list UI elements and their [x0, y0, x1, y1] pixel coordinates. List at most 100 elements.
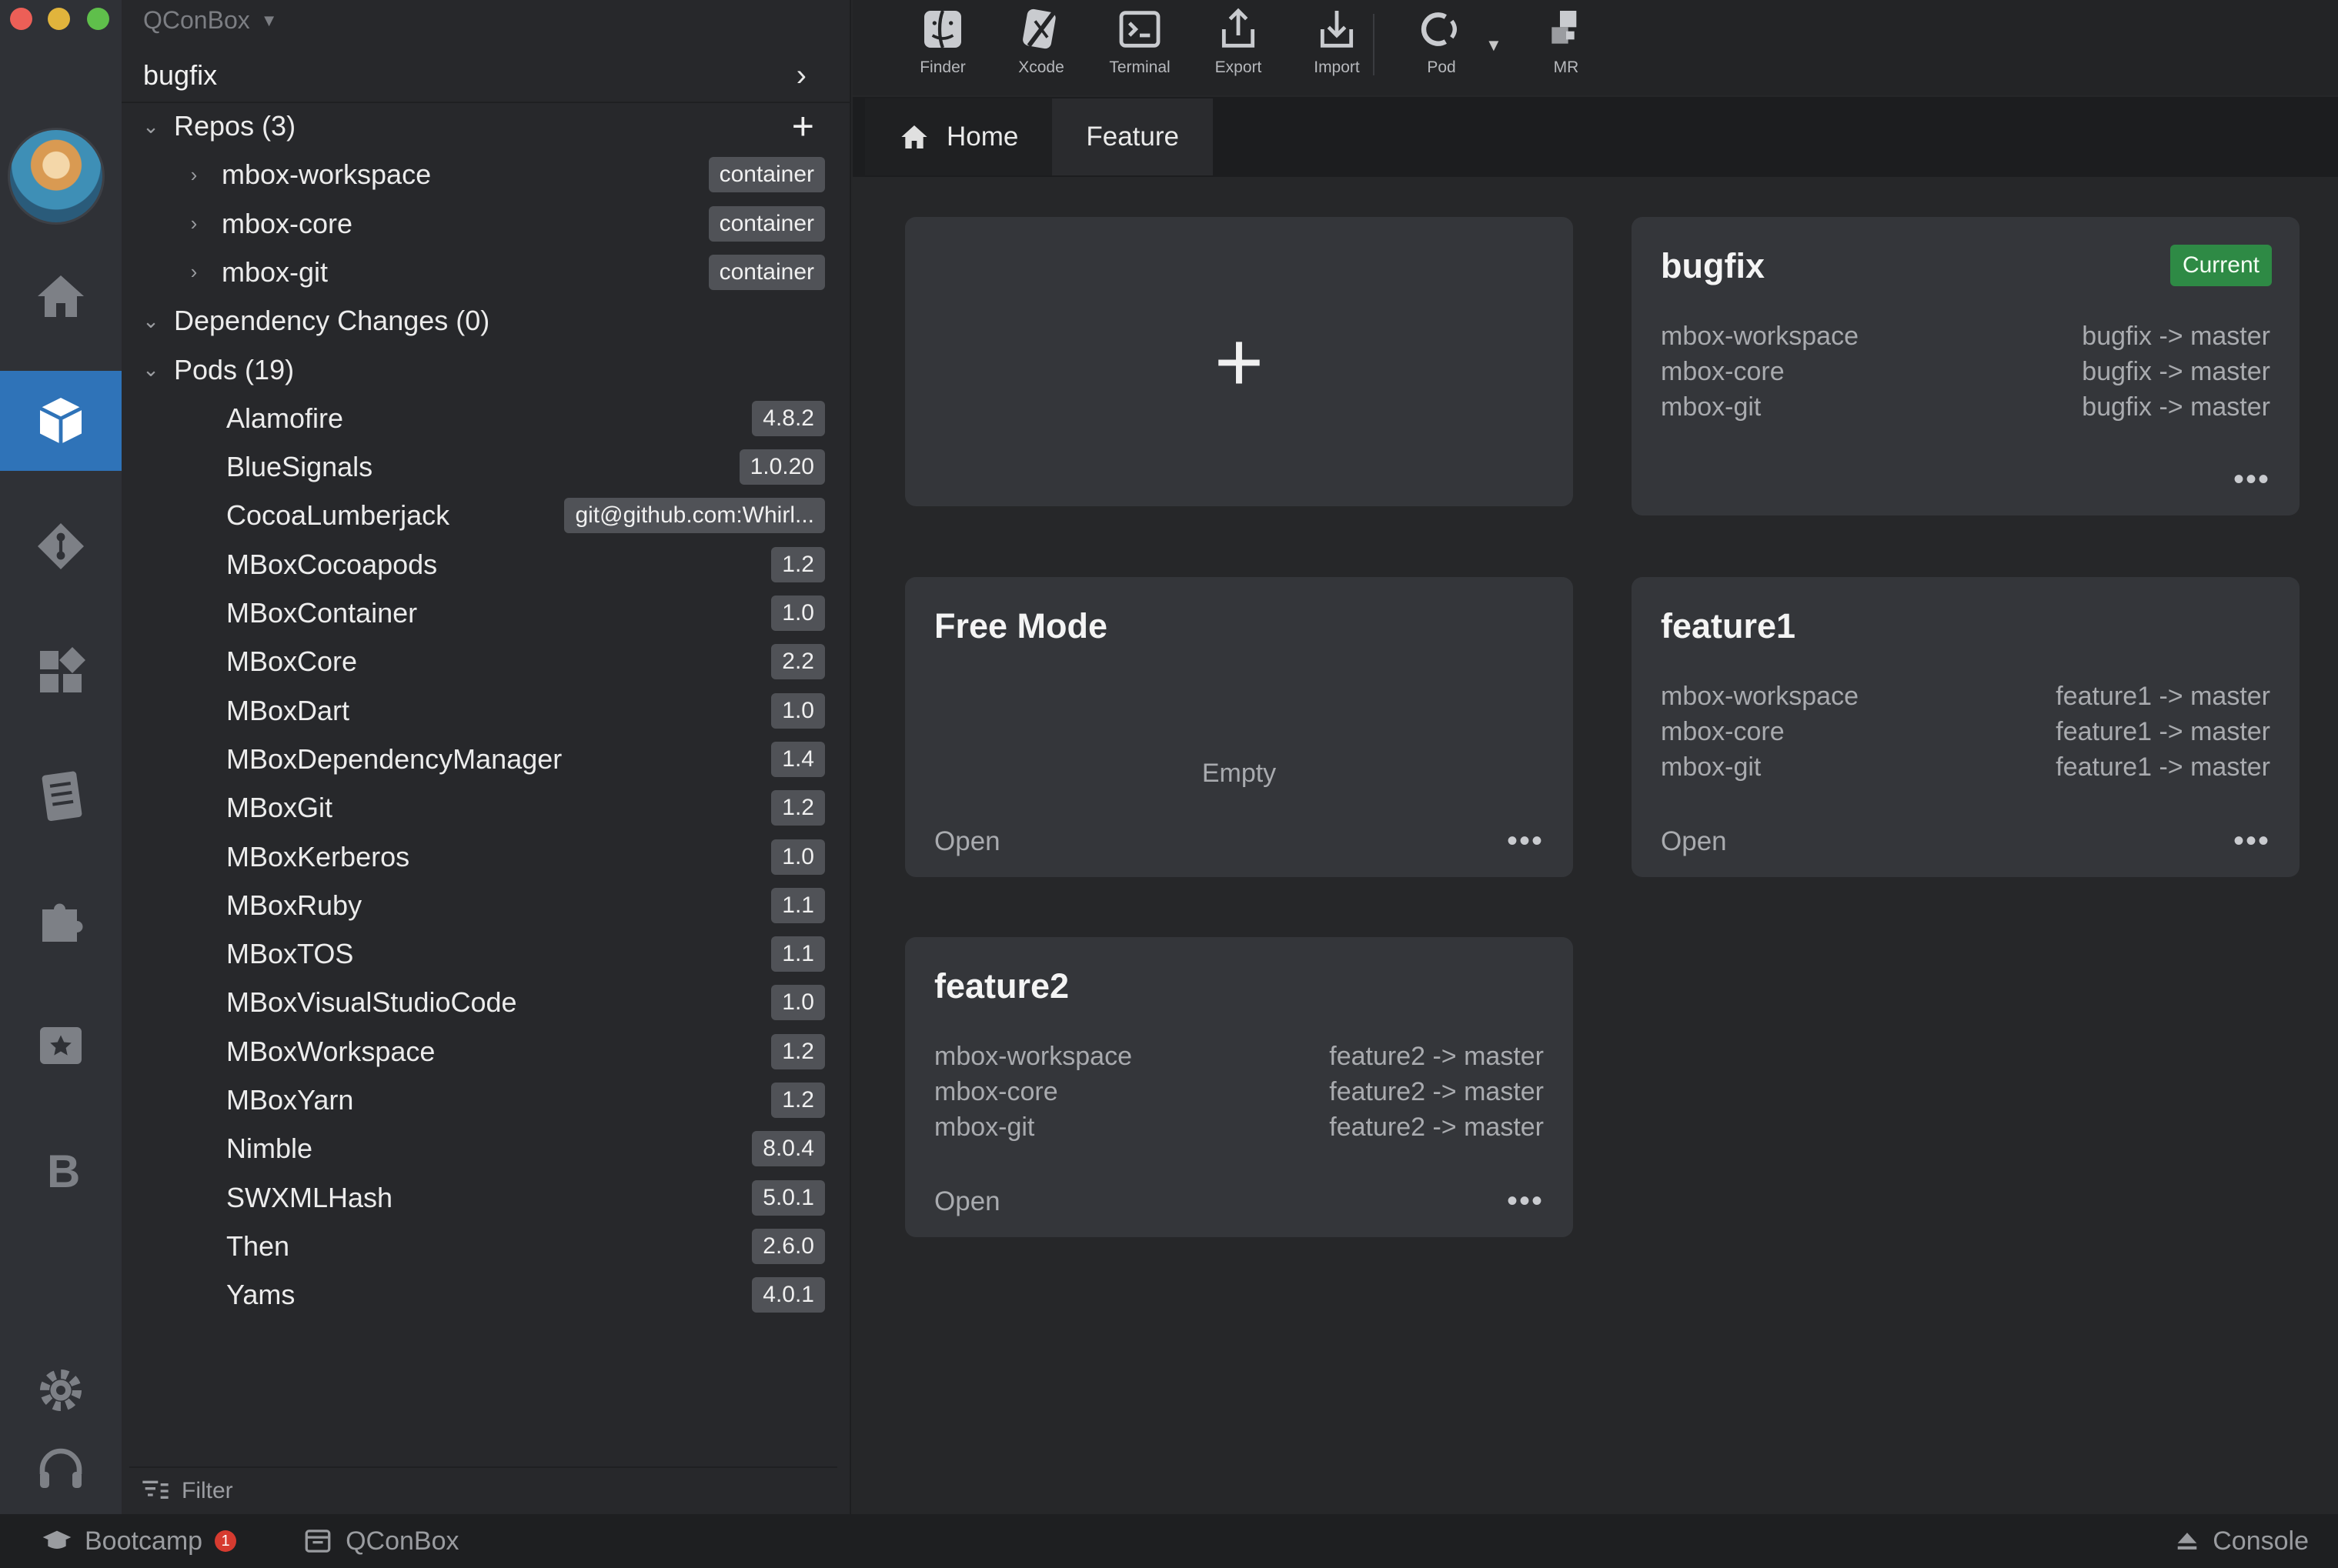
- workspace-name: bugfix: [143, 59, 218, 91]
- pod-dropdown-caret-icon[interactable]: ▼: [1485, 35, 1502, 55]
- puzzle-icon: [42, 903, 83, 942]
- pod-name: Nimble: [226, 1133, 313, 1165]
- pod-item[interactable]: Alamofire 4.8.2: [122, 394, 851, 443]
- close-window-button[interactable]: [10, 8, 32, 30]
- open-button[interactable]: Open: [934, 1186, 1000, 1217]
- home-nav-button[interactable]: [0, 246, 122, 346]
- open-button[interactable]: Open: [934, 826, 1000, 857]
- card-repo-row: mbox-core bugfix -> master: [1661, 354, 2270, 389]
- finder-button[interactable]: Finder: [900, 5, 985, 77]
- app-switcher[interactable]: QConBox ▼: [143, 6, 278, 35]
- home-icon: [38, 275, 84, 317]
- pod-item[interactable]: MBoxYarn 1.2: [122, 1076, 851, 1125]
- section-pods[interactable]: ⌄ Pods (19): [122, 345, 851, 395]
- pod-name: MBoxDependencyManager: [226, 742, 563, 775]
- section-dependency-changes[interactable]: ⌄ Dependency Changes (0): [122, 296, 851, 345]
- card-title: Free Mode: [934, 606, 1108, 646]
- pod-item[interactable]: MBoxGit 1.2: [122, 783, 851, 832]
- pod-item[interactable]: MBoxDependencyManager 1.4: [122, 735, 851, 784]
- card-repo-row: mbox-git feature1 -> master: [1661, 749, 2270, 785]
- terminal-label: Terminal: [1109, 58, 1171, 76]
- export-button[interactable]: Export: [1196, 5, 1281, 77]
- pod-name: MBoxKerberos: [226, 840, 410, 872]
- feature-card-feature2[interactable]: feature2 mbox-workspace feature2 -> maste…: [905, 937, 1573, 1237]
- status-bar: Bootcamp 1 QConBox Console: [0, 1514, 2338, 1568]
- pod-item[interactable]: SWXMLHash 5.0.1: [122, 1173, 851, 1223]
- pod-item[interactable]: CocoaLumberjack git@github.com:Whirl...: [122, 491, 851, 540]
- tab-feature[interactable]: Feature: [1052, 98, 1213, 175]
- pod-item[interactable]: BlueSignals 1.0.20: [122, 442, 851, 492]
- import-button[interactable]: Import: [1294, 5, 1379, 77]
- more-options-icon[interactable]: •••: [1507, 1184, 1544, 1219]
- chevron-down-icon: ⌄: [142, 114, 159, 138]
- pod-name: MBoxGit: [226, 792, 333, 824]
- plugins-nav-button[interactable]: [0, 871, 122, 971]
- pod-item[interactable]: MBoxCocoapods 1.2: [122, 540, 851, 589]
- bootcamp-status-item[interactable]: Bootcamp 1: [42, 1526, 237, 1556]
- pod-item[interactable]: MBoxCore 2.2: [122, 637, 851, 686]
- pod-label: Pod: [1427, 58, 1456, 76]
- workspace-nav-button[interactable]: [0, 371, 122, 471]
- terminal-button[interactable]: Terminal: [1097, 5, 1182, 77]
- pod-item[interactable]: MBoxTOS 1.1: [122, 929, 851, 979]
- repo-item[interactable]: › mbox-workspace container: [122, 150, 851, 199]
- feature-card-bugfix[interactable]: bugfix Current mbox-workspace bugfix -> m…: [1632, 217, 2300, 515]
- pod-item[interactable]: MBoxWorkspace 1.2: [122, 1027, 851, 1076]
- main-content: Finder Xcode Terminal Export Import Pod …: [853, 0, 2338, 1514]
- chevron-right-icon: ›: [190, 162, 198, 186]
- add-repo-button[interactable]: +: [792, 107, 814, 145]
- xcode-label: Xcode: [1018, 58, 1064, 76]
- more-options-icon[interactable]: •••: [2233, 462, 2270, 497]
- filter-bar[interactable]: Filter: [129, 1466, 837, 1514]
- pod-name: MBoxYarn: [226, 1084, 354, 1116]
- repo-item[interactable]: › mbox-core container: [122, 199, 851, 249]
- avatar[interactable]: [8, 128, 105, 225]
- tab-home[interactable]: Home: [865, 98, 1053, 175]
- feature-card-free-mode[interactable]: Free Mode Empty Open •••: [905, 577, 1573, 877]
- pod-version-tag: 8.0.4: [752, 1131, 825, 1167]
- pod-name: MBoxRuby: [226, 889, 362, 921]
- zoom-window-button[interactable]: [87, 8, 109, 30]
- repo-name: mbox-git: [222, 255, 329, 288]
- xcode-button[interactable]: Xcode: [999, 5, 1084, 77]
- more-options-icon[interactable]: •••: [1507, 824, 1544, 859]
- b-nav-button[interactable]: B: [0, 1119, 122, 1219]
- pod-item[interactable]: Yams 4.0.1: [122, 1270, 851, 1319]
- pod-item[interactable]: Nimble 8.0.4: [122, 1124, 851, 1173]
- pod-item[interactable]: MBoxKerberos 1.0: [122, 832, 851, 882]
- pod-name: MBoxCore: [226, 646, 358, 678]
- notes-nav-button[interactable]: [0, 746, 122, 846]
- pod-item[interactable]: MBoxRuby 1.1: [122, 881, 851, 930]
- add-feature-card[interactable]: +: [905, 217, 1573, 506]
- console-status-item[interactable]: Console: [2174, 1526, 2309, 1556]
- open-button[interactable]: Open: [1661, 826, 1727, 857]
- toolbar: Finder Xcode Terminal Export Import Pod …: [853, 0, 2338, 95]
- repo-tag: container: [708, 254, 825, 290]
- section-repos[interactable]: ⌄ Repos (3) +: [122, 102, 851, 151]
- pod-version-tag: 1.4: [771, 741, 825, 777]
- git-nav-button[interactable]: [0, 496, 122, 596]
- import-icon: [1320, 11, 1354, 48]
- favorites-nav-button[interactable]: [0, 996, 122, 1096]
- card-title: feature1: [1661, 606, 1796, 646]
- qconbox-status-item[interactable]: QConBox: [302, 1526, 459, 1556]
- pod-name: MBoxVisualStudioCode: [226, 986, 517, 1019]
- feature-card-feature1[interactable]: feature1 mbox-workspace feature1 -> maste…: [1632, 577, 2300, 877]
- repo-item[interactable]: › mbox-git container: [122, 248, 851, 297]
- pod-name: MBoxCocoapods: [226, 548, 438, 580]
- pod-name: MBoxWorkspace: [226, 1035, 436, 1067]
- pod-item[interactable]: Then 2.6.0: [122, 1222, 851, 1271]
- mr-button[interactable]: MR: [1524, 5, 1608, 77]
- repo-name: mbox-core: [1661, 357, 1785, 386]
- support-nav-button[interactable]: [0, 1423, 122, 1516]
- pod-button[interactable]: Pod: [1399, 5, 1484, 77]
- pod-item[interactable]: MBoxDart 1.0: [122, 686, 851, 736]
- components-nav-button[interactable]: [0, 622, 122, 722]
- minimize-window-button[interactable]: [48, 8, 70, 30]
- workspace-selector[interactable]: bugfix ›: [122, 49, 851, 103]
- filter-input[interactable]: Filter: [182, 1478, 233, 1504]
- pod-item[interactable]: MBoxContainer 1.0: [122, 589, 851, 638]
- branch-mapping: feature1 -> master: [2056, 682, 2270, 711]
- pod-item[interactable]: MBoxVisualStudioCode 1.0: [122, 978, 851, 1027]
- more-options-icon[interactable]: •••: [2233, 824, 2270, 859]
